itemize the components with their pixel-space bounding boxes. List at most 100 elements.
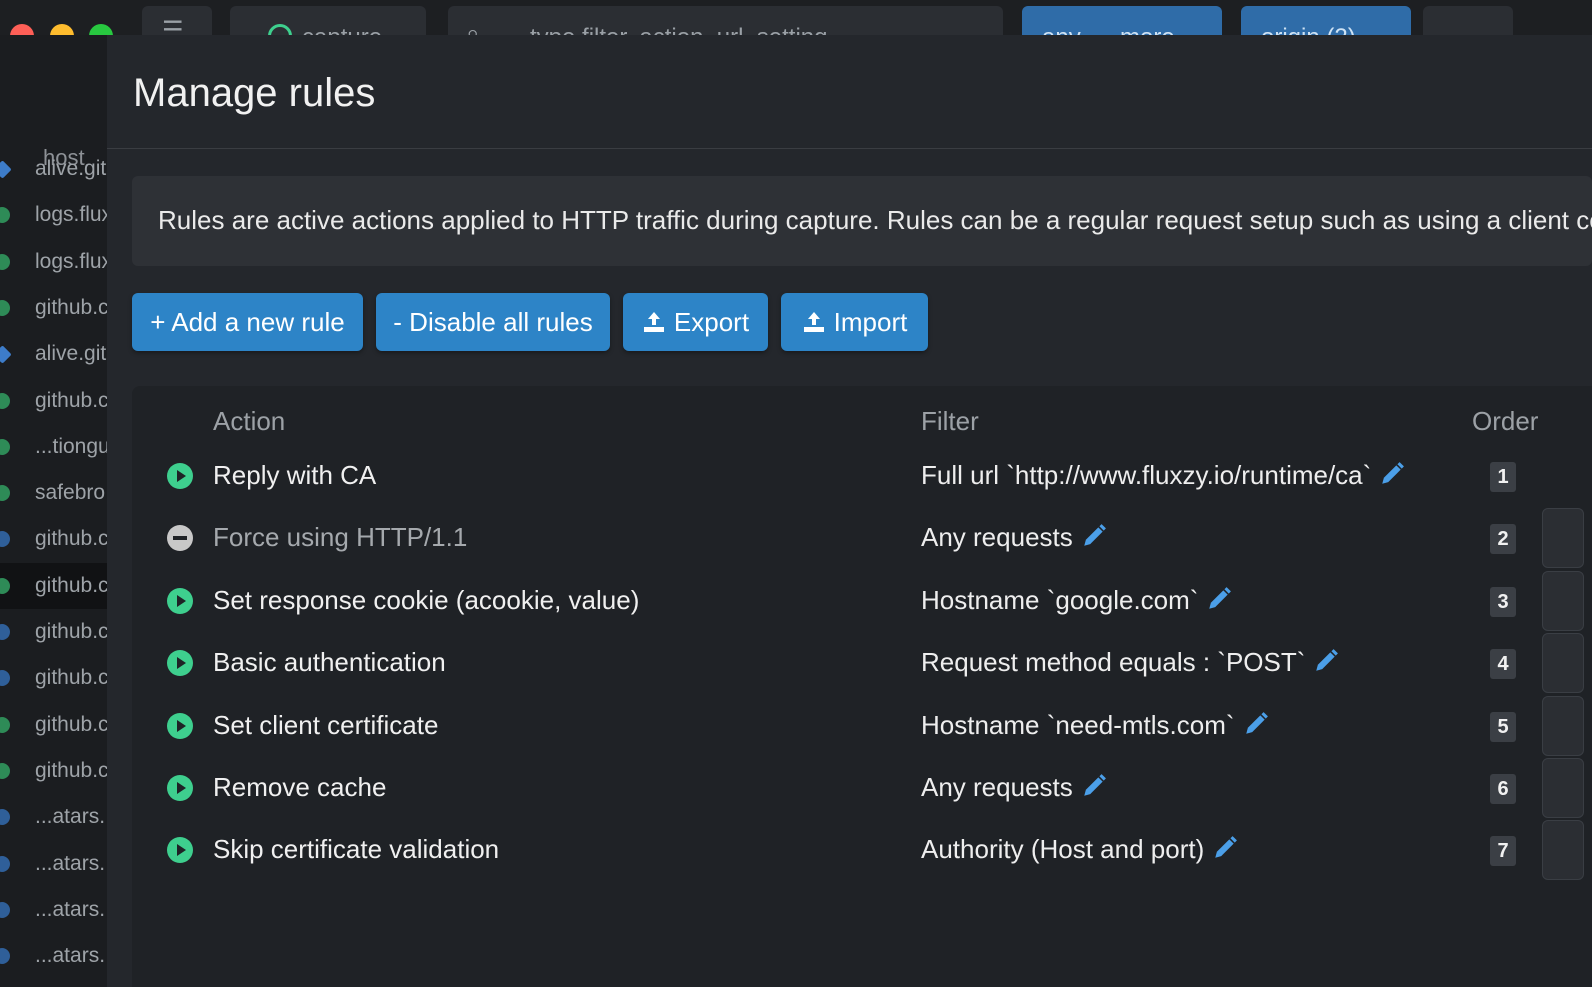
order-column-header: Order [1472,406,1539,436]
import-button[interactable]: Import [781,293,928,351]
status-dot-icon [0,762,10,779]
move-up-button[interactable] [1542,570,1584,631]
export-button[interactable]: Export [623,293,768,351]
host-row[interactable]: github.c [0,562,107,609]
manage-rules-dialog: Manage rules Rules are active actions ap… [107,35,1592,987]
play-circle-icon[interactable] [166,587,194,615]
edit-pencil-icon[interactable] [1081,773,1107,799]
host-row[interactable]: alive.git [0,146,107,192]
host-row[interactable]: logs.flux [0,239,107,285]
filter-column-header: Filter [921,406,979,436]
host-row[interactable]: github.c [0,702,107,748]
host-row[interactable]: github.c [0,516,107,562]
host-name: github.c [35,666,107,690]
order-badge: 3 [1490,586,1516,617]
rule-row: Basic authentication Request method equal… [132,633,1592,709]
rule-filter-label: Full url `http://www.fluxzy.io/runtime/c… [921,460,1372,490]
play-circle-icon[interactable] [166,836,194,864]
diamond-icon [0,160,12,179]
edit-pencil-icon[interactable] [1313,648,1339,674]
host-name: github.c [35,388,107,412]
info-alert: Rules are active actions applied to HTTP… [132,176,1592,266]
status-dot-icon [0,716,10,733]
play-circle-icon[interactable] [166,462,194,490]
rule-action-label: Reply with CA [213,460,377,490]
import-label: Import [833,306,908,337]
status-dot-icon [0,253,10,270]
rule-row: Reply with CA Full url `http://www.fluxzy… [132,460,1592,522]
move-up-button[interactable] [1542,695,1584,756]
rule-row: Remove cache Any requests 6 [132,758,1592,834]
rule-action-label: Remove cache [213,772,387,802]
status-dot-icon [0,438,10,455]
host-name: alive.git [35,342,107,366]
order-badge: 7 [1490,836,1516,867]
rule-row: Force using HTTP/1.1 Any requests 2 [132,508,1592,584]
rule-row: Set client certificate Hostname `need-mtl… [132,695,1592,772]
add-rule-button[interactable]: + Add a new rule [132,293,363,351]
rule-filter-label: Hostname `google.com` [921,584,1199,615]
host-name: github.c [35,712,107,736]
host-row[interactable]: ...atars. [0,887,107,933]
move-up-button[interactable] [1542,820,1584,881]
host-name: ...atars. [35,944,106,968]
host-column: host alive.git logs.flux logs.flux github.c… [0,35,107,987]
arrow-circle-icon [0,948,10,965]
edit-pencil-icon[interactable] [1212,835,1238,861]
rule-filter-label: Any requests [921,772,1073,802]
host-row[interactable]: safebro [0,470,107,516]
arrow-circle-icon [0,809,10,826]
minus-circle-icon[interactable] [166,524,194,552]
host-name: github.c [35,295,107,319]
host-name: alive.git [35,157,107,180]
host-row[interactable]: github.c [0,609,107,655]
host-name: github.c [35,573,107,597]
top-toolbar: ☰ capture ⌕ type filter, action, url, se… [140,0,1592,46]
status-dot-icon [0,392,10,409]
host-name: logs.flux [35,203,107,227]
move-up-button[interactable] [1542,508,1584,569]
edit-pencil-icon[interactable] [1206,586,1232,612]
host-row[interactable]: ...tiongu [0,424,107,470]
play-circle-icon[interactable] [166,774,194,802]
host-row[interactable]: alive.git [0,331,107,377]
rule-filter-cell: Hostname `need-mtls.com` [921,710,1269,741]
arrow-circle-icon [0,901,10,918]
rule-action-label: Set response cookie (acookie, value) [213,584,640,615]
info-text: Rules are active actions applied to HTTP… [158,205,1592,235]
order-badge: 4 [1490,649,1516,680]
disable-all-label: - Disable all rules [393,306,593,337]
edit-pencil-icon[interactable] [1081,523,1107,549]
upload-icon [803,312,824,332]
rule-filter-label: Hostname `need-mtls.com` [921,709,1235,740]
move-up-button[interactable] [1542,633,1584,694]
play-circle-icon[interactable] [166,649,194,677]
rule-filter-cell: Full url `http://www.fluxzy.io/runtime/c… [921,460,1405,491]
host-row[interactable]: github.c [0,378,107,424]
dialog-title: Manage rules [133,71,376,115]
rule-filter-cell: Any requests [921,772,1107,803]
host-row[interactable]: ...atars. [0,841,107,887]
host-row[interactable]: github.c [0,748,107,794]
rule-filter-cell: Hostname `google.com` [921,585,1232,616]
host-name: logs.flux [35,249,107,273]
edit-pencil-icon[interactable] [1379,461,1405,487]
action-column-header: Action [213,406,286,436]
export-label: Export [673,306,750,337]
host-name: github.c [35,620,107,643]
host-name: github.c [35,527,107,551]
order-badge: 5 [1490,711,1516,742]
arrow-circle-icon [0,624,10,640]
divider [107,148,1592,149]
disable-all-rules-button[interactable]: - Disable all rules [376,293,610,351]
host-row[interactable]: github.c [0,655,107,701]
host-name: ...tiongu [35,434,107,458]
edit-pencil-icon[interactable] [1243,711,1269,737]
move-up-button[interactable] [1542,758,1584,818]
add-rule-label: + Add a new rule [150,306,345,337]
play-circle-icon[interactable] [166,712,194,740]
host-row[interactable]: logs.flux [0,192,107,238]
host-row[interactable]: ...atars. [0,794,107,840]
host-row[interactable]: github.c [0,285,107,331]
host-row[interactable]: ...atars. [0,933,107,979]
